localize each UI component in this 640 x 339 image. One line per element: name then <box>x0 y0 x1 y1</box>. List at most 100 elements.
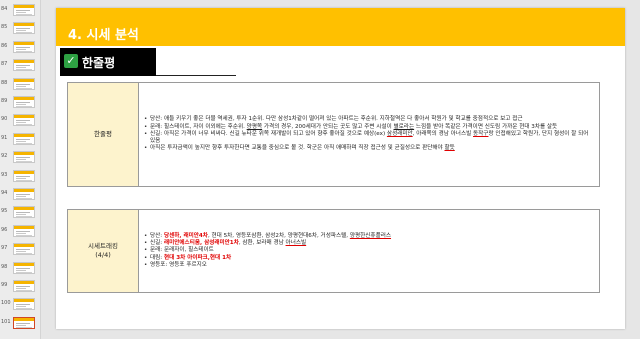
review-bullet-text: 삼성래미안 <box>386 130 413 137</box>
slide-number: 89 <box>1 98 8 104</box>
ranking-bullet-text: 당센하, 래미안4차 <box>163 232 208 239</box>
ranking-bullet-text: 신길: <box>150 240 164 247</box>
slide-preview <box>13 280 35 292</box>
slide-thumbnail[interactable]: 101 <box>0 316 40 331</box>
ranking-bullet-text: 영등포: 영등포 푸르지오 <box>150 261 207 268</box>
slide-number: 86 <box>1 42 8 49</box>
slide-number: 95 <box>1 208 8 215</box>
review-bullet-text: 가격의 경우, 200세대가 안되는 곳도 많고 주변 시설이 <box>262 123 394 130</box>
ranking-bullet-text: 대림: <box>150 254 164 261</box>
review-bullet-text: 신길: 아직은 가격이 너무 비싸다. 신길 뉴타운 위쪽 재개발이 되고 있어… <box>150 130 387 137</box>
slide-number: 90 <box>1 116 8 123</box>
slide-number: 94 <box>1 190 8 196</box>
slide-thumbnail[interactable]: 95 <box>0 205 40 220</box>
slide-number: 85 <box>1 24 8 31</box>
slide-thumbnail[interactable]: 93 <box>0 169 40 184</box>
ranking-label-sub: (4/4) <box>95 251 111 259</box>
slide-number: 97 <box>1 245 8 252</box>
slide-thumbnail[interactable]: 100 <box>0 297 40 312</box>
review-bullet-text: 동작구 <box>473 130 489 137</box>
ranking-bullet: 대림: 현대 3차 아이파크,현대 1차 <box>144 254 593 263</box>
check-mark-icon: ✓ <box>64 54 78 68</box>
slide-preview <box>13 40 35 53</box>
ranking-bullet: 문래: 문래자이, 힐스테이트 <box>144 247 593 255</box>
slide-number: 84 <box>1 6 8 12</box>
slide-thumbnail[interactable]: 88 <box>0 77 40 92</box>
review-content: 당산: 애들 키우기 좋은 더블 역세권, 투자 1순위. 다만 삼성1차같이 … <box>144 83 593 186</box>
slide-number: 99 <box>1 282 8 288</box>
review-bullet-text: 아직은 투자금액이 높지만 향후 투자한다면 교통을 중심으로 볼 것. 학군은… <box>150 145 445 152</box>
slide-thumbnail[interactable]: 90 <box>0 113 40 128</box>
slide-thumbnail[interactable]: 86 <box>0 40 40 55</box>
review-label: 한줄평 <box>94 130 112 138</box>
slide-number: 96 <box>1 226 8 233</box>
ranking-bullet-text: 아너스빌 <box>285 240 307 247</box>
slide-preview <box>13 188 35 200</box>
slide-preview <box>13 59 35 72</box>
ranking-label-cell: 시세트래킹 (4/4) <box>68 210 139 292</box>
slide-thumbnail[interactable]: 85 <box>0 21 40 36</box>
slide-thumbnail[interactable]: 87 <box>0 58 40 73</box>
ranking-bullet-text: 당산: <box>150 232 164 239</box>
review-bullet: 아직은 투자금액이 높지만 향후 투자한다면 교통을 중심으로 볼 것. 학군은… <box>144 145 593 153</box>
review-bullet-text: 할듯 <box>444 145 455 152</box>
slide-number: 101 <box>1 318 11 325</box>
slide-thumbnail[interactable]: 99 <box>0 279 40 294</box>
review-bullet-text: 당산: 애들 키우기 좋은 더블 역세권, 투자 1순위. 다만 삼성1차같이 … <box>150 116 523 123</box>
slide-canvas[interactable]: 4. 시세 분석 ✓ 한줄평 한줄평 당산: 애들 키우기 좋은 더블 역세권,… <box>56 8 625 329</box>
slide-preview <box>13 132 35 145</box>
slide-preview <box>13 261 35 274</box>
slide-preview <box>13 96 35 108</box>
slide-preview <box>13 151 35 164</box>
slide-preview <box>13 169 35 182</box>
subtitle-divider <box>156 75 236 76</box>
slide-title: 4. 시세 분석 <box>68 28 139 43</box>
slide-thumbnail[interactable]: 91 <box>0 132 40 147</box>
slide-thumbnail[interactable]: 92 <box>0 150 40 165</box>
slide-preview <box>13 243 35 256</box>
ranking-box: 시세트래킹 (4/4) 당산: 당센하, 래미안4차, 현대 5차, 영등포삼환… <box>67 209 600 293</box>
slide-preview <box>13 316 35 329</box>
subtitle-bar: ✓ 한줄평 <box>60 48 156 76</box>
slide-thumbnail[interactable]: 89 <box>0 95 40 110</box>
subtitle: 한줄평 <box>82 56 116 70</box>
ranking-bullet-text: , 현대 5차, 영등포삼환, 삼성2차, 양평현대6차, 거성파스텔, <box>207 232 350 239</box>
slide-thumbnail[interactable]: 98 <box>0 261 40 276</box>
ranking-content: 당산: 당센하, 래미안4차, 현대 5차, 영등포삼환, 삼성2차, 양평현대… <box>144 210 593 292</box>
review-label-cell: 한줄평 <box>68 83 139 186</box>
review-bullet-text: 양평쪽 <box>246 123 263 130</box>
ranking-bullet: 당산: 당센하, 래미안4차, 현대 5차, 영등포삼환, 삼성2차, 양평현대… <box>144 232 593 241</box>
slide-number: 87 <box>1 61 8 68</box>
ranking-label: 시세트래킹 <box>88 242 118 250</box>
slide-preview <box>13 224 35 237</box>
slide-number: 92 <box>1 153 8 160</box>
slide-number: 98 <box>1 263 8 270</box>
slide-preview <box>13 22 35 35</box>
slide-number: 100 <box>1 300 11 307</box>
slide-thumbnail[interactable]: 97 <box>0 242 40 257</box>
ranking-bullet-text: 문래: 문래자이, 힐스테이트 <box>150 247 214 254</box>
review-bullet: 문래: 힐스테이트, 자이 이외에는 후순위. 양평쪽 가격의 경우, 200세… <box>144 123 593 132</box>
review-bullet-text: 느낌을 받아 똑같은 가격이면 신도림 가까운 현대 3차를 살듯 <box>414 123 558 130</box>
review-bullet: 당산: 애들 키우기 좋은 더블 역세권, 투자 1순위. 다만 삼성1차같이 … <box>144 116 593 124</box>
slide-preview <box>13 77 35 90</box>
slide-thumbnail[interactable]: 94 <box>0 187 40 202</box>
ranking-bullet-text: , 삼환, 보라매 경남 <box>238 240 286 247</box>
slide-thumbnail[interactable]: 96 <box>0 224 40 239</box>
slide-preview <box>13 114 35 127</box>
slide-preview <box>13 206 35 219</box>
slide-preview <box>13 4 35 16</box>
ranking-bullet: 영등포: 영등포 푸르지오 <box>144 261 593 270</box>
review-bullet-text: 문래: 힐스테이트, 자이 이외에는 후순위. <box>150 123 247 130</box>
slide-number: 88 <box>1 79 8 86</box>
slide-number: 93 <box>1 171 8 178</box>
review-box: 한줄평 당산: 애들 키우기 좋은 더블 역세권, 투자 1순위. 다만 삼성1… <box>67 82 600 187</box>
review-bullet-text: , 아래쪽의 경남 아너스빌 <box>412 130 474 137</box>
ranking-bullet-text: 래미안에스티움, 삼성래미안1차 <box>163 240 239 247</box>
review-bullet: 신길: 아직은 가격이 너무 비싸다. 신길 뉴타운 위쪽 재개발이 되고 있어… <box>144 131 593 146</box>
slide-thumbnail[interactable]: 84 <box>0 3 40 18</box>
review-bullet-text: 별로라는 <box>393 123 415 130</box>
slide-preview <box>13 298 35 311</box>
title-bar: 4. 시세 분석 <box>56 8 625 46</box>
slide-thumbnail-pane[interactable]: 84 85 86 87 88 89 90 91 92 93 94 95 96 97 98 99 100 101 <box>0 0 41 339</box>
